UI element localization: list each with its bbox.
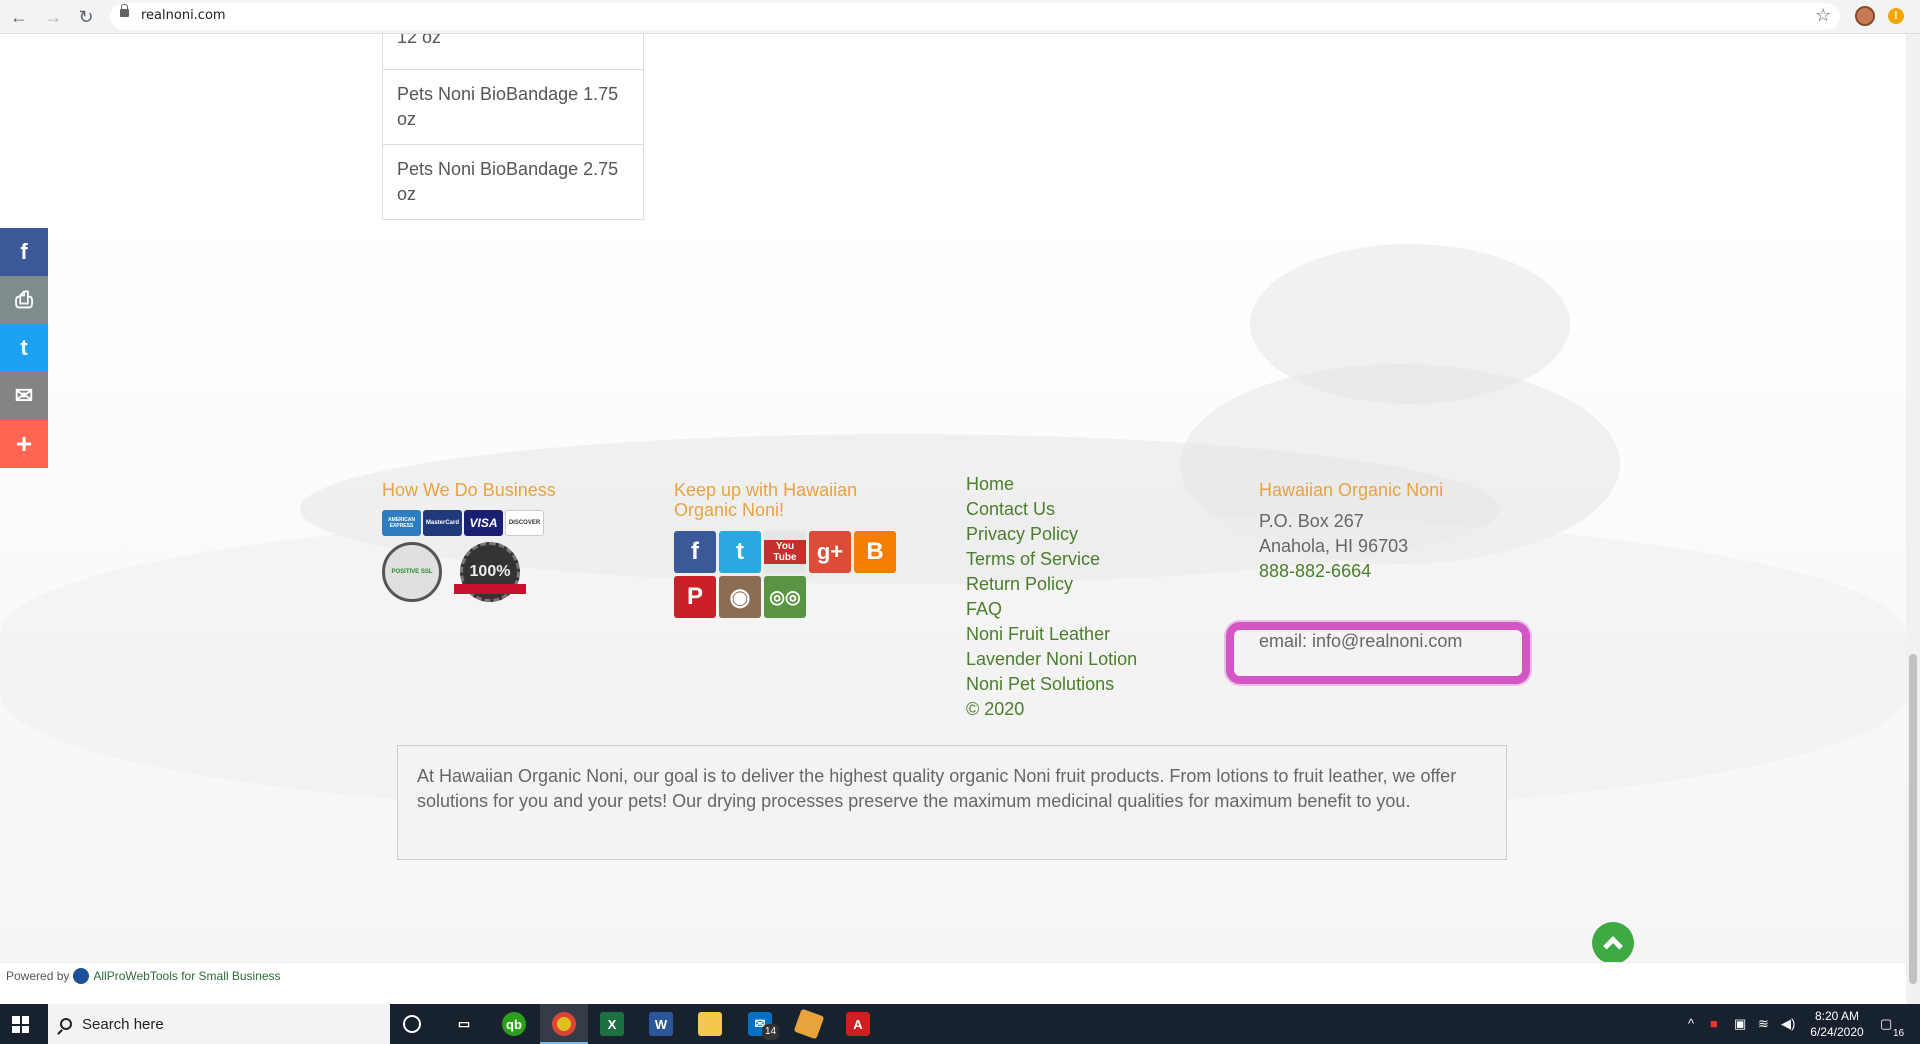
print-icon[interactable]: ⎙ bbox=[0, 276, 48, 324]
clock-date: 6/24/2020 bbox=[1810, 1025, 1864, 1039]
facebook-icon[interactable]: f bbox=[674, 531, 716, 573]
mail-count-badge: 14 bbox=[762, 1024, 780, 1040]
acrobat-icon[interactable]: A bbox=[846, 1012, 870, 1036]
task-view-icon[interactable]: ▭ bbox=[452, 1012, 476, 1036]
forward-arrow-icon[interactable]: → bbox=[42, 6, 64, 28]
windows-start-icon[interactable] bbox=[12, 1016, 29, 1033]
footer-link-terms[interactable]: Terms of Service bbox=[966, 547, 1137, 572]
copyright: © 2020 bbox=[966, 699, 1025, 719]
powered-prefix: Powered by bbox=[6, 969, 70, 983]
file-explorer-icon[interactable] bbox=[698, 1012, 722, 1036]
social-title: Keep up with Hawaiian Organic Noni! bbox=[674, 480, 858, 520]
plus-icon[interactable]: + bbox=[0, 420, 48, 468]
payment-cards: AMERICAN EXPRESS MasterCard VISA DISCOVE… bbox=[382, 510, 544, 536]
clock[interactable]: 8:20 AM 6/24/2020 bbox=[1803, 1008, 1871, 1040]
tray-expand-icon[interactable]: ^ bbox=[1688, 1016, 1694, 1031]
product-list: 12 oz Pets Noni BioBandage 1.75 oz Pets … bbox=[382, 34, 644, 220]
notification-count: 16 bbox=[1893, 1028, 1905, 1039]
search-icon bbox=[60, 1018, 72, 1030]
footer-link-contact[interactable]: Contact Us bbox=[966, 497, 1137, 522]
update-alert-icon[interactable]: ! bbox=[1888, 8, 1904, 24]
wifi-icon[interactable]: ≋ bbox=[1758, 1016, 1769, 1032]
instagram-icon[interactable]: ◉ bbox=[719, 576, 761, 618]
twitter-icon[interactable]: t bbox=[0, 324, 48, 372]
contact-title: Hawaiian Organic Noni bbox=[1259, 480, 1444, 500]
powered-by: Powered by AllProWebTools for Small Busi… bbox=[6, 968, 281, 984]
powered-strip bbox=[0, 962, 1906, 1004]
amex-card-icon: AMERICAN EXPRESS bbox=[382, 510, 421, 536]
cortana-icon[interactable] bbox=[403, 1015, 421, 1033]
footer-link-return[interactable]: Return Policy bbox=[966, 572, 1137, 597]
excel-icon[interactable]: X bbox=[600, 1012, 624, 1036]
positive-ssl-badge-icon: POSITIVE SSL bbox=[382, 542, 442, 602]
package-icon[interactable] bbox=[793, 1008, 825, 1040]
youtube-icon[interactable]: You Tube bbox=[764, 531, 806, 573]
word-icon[interactable]: W bbox=[649, 1012, 673, 1036]
display-tray-icon[interactable]: ▣ bbox=[1734, 1016, 1746, 1032]
reload-icon[interactable]: ↻ bbox=[75, 6, 97, 28]
business-title: How We Do Business bbox=[382, 480, 556, 500]
city-line: Anahola, HI 96703 bbox=[1259, 536, 1409, 556]
guarantee-badge-icon: 100% bbox=[452, 542, 528, 602]
page-content: 12 oz Pets Noni BioBandage 1.75 oz Pets … bbox=[0, 34, 1906, 1004]
footer-link-lavender-lotion[interactable]: Lavender Noni Lotion bbox=[966, 647, 1137, 672]
notifications-icon[interactable]: ▢ bbox=[1880, 1016, 1892, 1032]
address-bar[interactable] bbox=[110, 3, 1840, 30]
footer-nav: Home Contact Us Privacy Policy Terms of … bbox=[966, 472, 1137, 722]
discover-card-icon: DISCOVER bbox=[505, 510, 544, 536]
acrobat-tray-icon[interactable]: ■ bbox=[1710, 1016, 1718, 1031]
visa-card-icon: VISA bbox=[464, 510, 503, 536]
lock-icon bbox=[120, 4, 129, 17]
volume-icon[interactable]: ◀) bbox=[1781, 1016, 1795, 1032]
chevron-up-icon bbox=[1603, 936, 1623, 956]
list-item[interactable]: 12 oz bbox=[383, 34, 643, 69]
list-item[interactable]: Pets Noni BioBandage 2.75 oz bbox=[383, 144, 643, 219]
taskbar-search-placeholder: Search here bbox=[82, 1015, 164, 1033]
youtube-label: You Tube bbox=[764, 540, 806, 564]
guarantee-ribbon bbox=[454, 584, 526, 594]
email-text[interactable]: email: info@realnoni.com bbox=[1259, 631, 1462, 652]
profile-avatar[interactable] bbox=[1855, 6, 1875, 26]
google-plus-icon[interactable]: g+ bbox=[809, 531, 851, 573]
windows-taskbar: Search here ▭ qb X W ✉ 14 A ^ ■ ▣ ≋ ◀) 8… bbox=[0, 1004, 1920, 1044]
powered-link[interactable]: AllProWebTools for Small Business bbox=[93, 969, 280, 983]
pinterest-icon[interactable]: P bbox=[674, 576, 716, 618]
quickbooks-icon[interactable]: qb bbox=[502, 1012, 526, 1036]
back-arrow-icon[interactable]: ← bbox=[8, 6, 30, 28]
about-box: At Hawaiian Organic Noni, our goal is to… bbox=[397, 745, 1507, 860]
scroll-thumb[interactable] bbox=[1909, 654, 1917, 984]
mastercard-icon: MasterCard bbox=[423, 510, 462, 536]
footer-link-privacy[interactable]: Privacy Policy bbox=[966, 522, 1137, 547]
footer-link-faq[interactable]: FAQ bbox=[966, 597, 1137, 622]
contact-info: P.O. Box 267 Anahola, HI 96703 888-882-6… bbox=[1259, 509, 1408, 584]
bookmark-star-icon[interactable]: ☆ bbox=[1815, 5, 1831, 26]
share-bar: f ⎙ t ✉ + bbox=[0, 228, 48, 468]
email-icon[interactable]: ✉ bbox=[0, 372, 48, 420]
clock-time: 8:20 AM bbox=[1814, 1009, 1860, 1023]
twitter-icon[interactable]: t bbox=[719, 531, 761, 573]
facebook-icon[interactable]: f bbox=[0, 228, 48, 276]
url-text[interactable]: realnoni.com bbox=[141, 8, 226, 23]
phone-link[interactable]: 888-882-6664 bbox=[1259, 559, 1408, 584]
footer-link-pet-solutions[interactable]: Noni Pet Solutions bbox=[966, 672, 1137, 697]
po-box: P.O. Box 267 bbox=[1259, 511, 1364, 531]
list-item[interactable]: Pets Noni BioBandage 1.75 oz bbox=[383, 69, 643, 144]
back-to-top-button[interactable] bbox=[1592, 922, 1634, 964]
allprowebtools-logo-icon bbox=[73, 968, 90, 984]
scrollbar[interactable] bbox=[1906, 34, 1920, 1004]
blogger-icon[interactable]: B bbox=[854, 531, 896, 573]
tripadvisor-icon[interactable]: ◎◎ bbox=[764, 576, 806, 618]
browser-toolbar: ← → ↻ realnoni.com ☆ ! bbox=[0, 0, 1920, 34]
footer-link-home[interactable]: Home bbox=[966, 472, 1137, 497]
taskbar-search[interactable]: Search here bbox=[48, 1004, 390, 1044]
footer-link-fruit-leather[interactable]: Noni Fruit Leather bbox=[966, 622, 1137, 647]
chrome-icon[interactable] bbox=[552, 1012, 576, 1036]
